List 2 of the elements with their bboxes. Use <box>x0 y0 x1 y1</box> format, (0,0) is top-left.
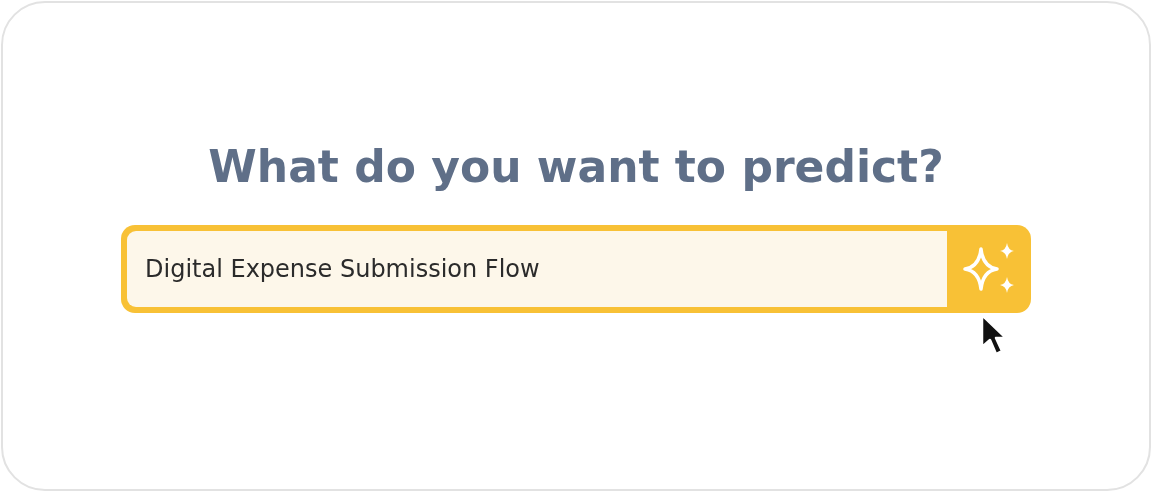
heading: What do you want to predict? <box>208 140 944 194</box>
input-field[interactable]: Digital Expense Submission Flow <box>127 231 947 307</box>
